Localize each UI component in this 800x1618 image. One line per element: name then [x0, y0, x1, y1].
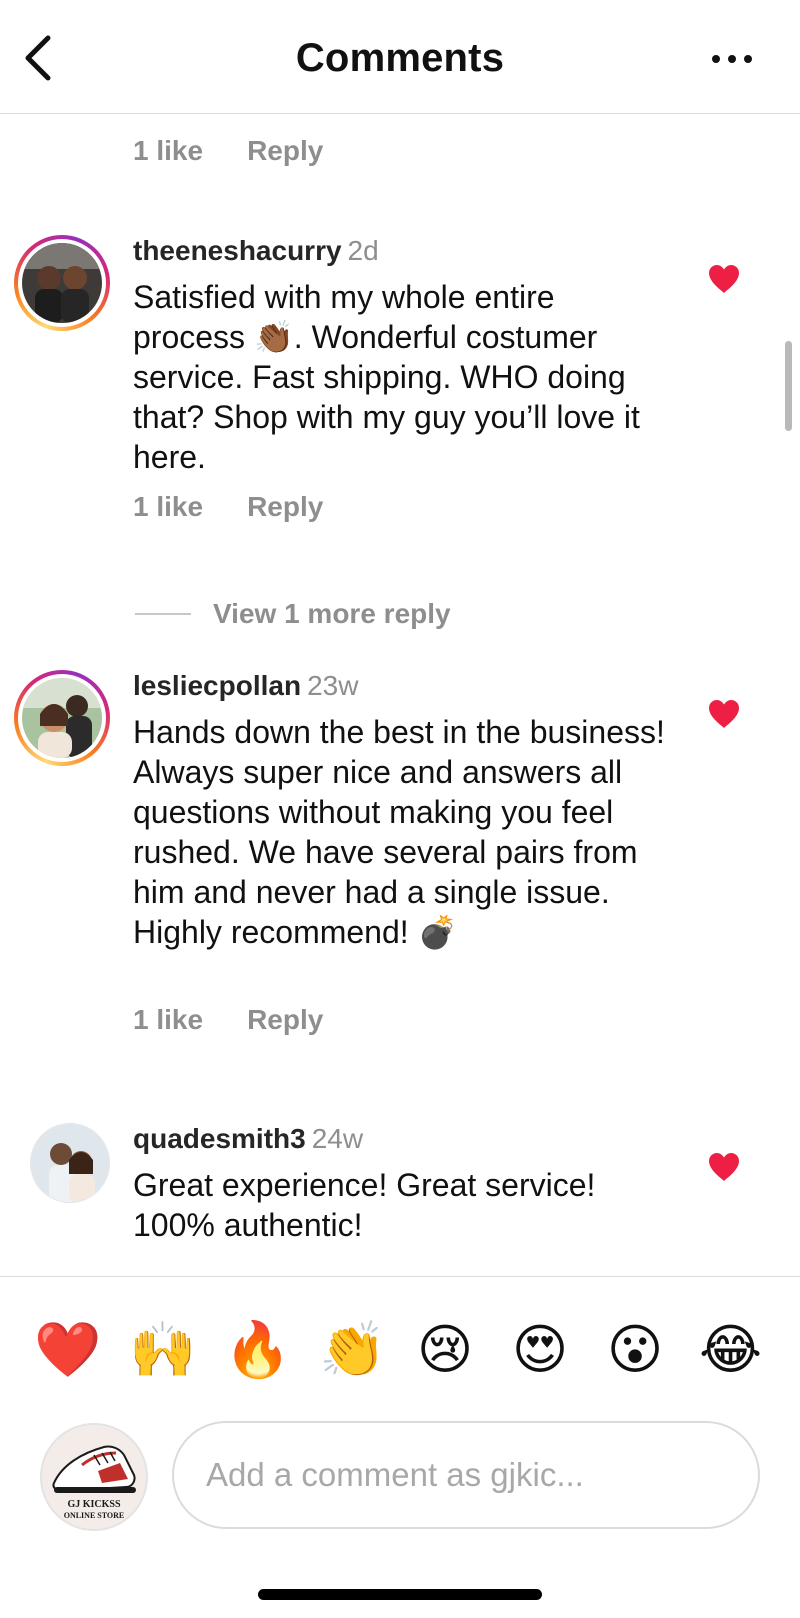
heart-icon[interactable]: [707, 1152, 741, 1182]
header-bar: Comments: [0, 0, 800, 114]
reply-button[interactable]: Reply: [247, 1004, 323, 1036]
comment-meta: 1 like Reply: [133, 1004, 323, 1036]
page-title: Comments: [295, 36, 505, 80]
comment-timestamp: 24w: [311, 1123, 364, 1154]
avatar-photo-icon: [31, 1124, 109, 1202]
heart-icon[interactable]: [707, 264, 741, 294]
comment-text: Hands down the best in the business! Alw…: [133, 714, 665, 950]
avatar-photo-icon: [22, 678, 102, 758]
avatar[interactable]: [30, 1123, 110, 1203]
reaction-surprised-icon[interactable]: 😮: [604, 1319, 666, 1381]
svg-text:ONLINE STORE: ONLINE STORE: [64, 1511, 125, 1520]
reaction-heart-icon[interactable]: ❤️: [34, 1319, 101, 1381]
like-count[interactable]: 1 like: [133, 1004, 203, 1036]
comments-list[interactable]: 1 like Reply theeneshacurry 2d Satisfied …: [0, 115, 800, 1275]
svg-text:GJ KICKSS: GJ KICKSS: [67, 1499, 121, 1510]
like-count[interactable]: 1 like: [133, 491, 203, 523]
view-more-replies-button[interactable]: View 1 more reply: [135, 598, 451, 630]
avatar-photo-icon: [22, 243, 102, 323]
divider: [135, 613, 191, 615]
reply-button[interactable]: Reply: [247, 491, 323, 523]
reaction-laughing-icon[interactable]: 😂: [699, 1319, 762, 1381]
store-logo-icon: GJ KICKSS ONLINE STORE: [42, 1425, 146, 1529]
comment-username[interactable]: lesliecpollan: [133, 670, 301, 701]
comment-input[interactable]: [172, 1421, 760, 1529]
reaction-heart-eyes-icon[interactable]: 😍: [509, 1319, 571, 1381]
avatar[interactable]: [14, 670, 110, 766]
current-user-avatar[interactable]: GJ KICKSS ONLINE STORE: [40, 1423, 148, 1531]
like-count[interactable]: 1 like: [133, 135, 203, 167]
comment-timestamp: 2d: [347, 235, 379, 266]
comment-username[interactable]: quadesmith3: [133, 1123, 306, 1154]
comment-text: Great experience! Great service! 100% au…: [133, 1167, 596, 1243]
reaction-crying-icon[interactable]: 😢: [414, 1319, 476, 1381]
reaction-clapping-icon[interactable]: 👏: [319, 1319, 386, 1381]
comment-meta: 1 like Reply: [133, 491, 323, 523]
reaction-raised-hands-icon[interactable]: 🙌: [129, 1319, 196, 1381]
reply-button[interactable]: Reply: [247, 135, 323, 167]
view-more-label: View 1 more reply: [213, 598, 451, 629]
avatar[interactable]: [14, 235, 110, 331]
more-options-button[interactable]: [710, 46, 754, 72]
reaction-fire-icon[interactable]: 🔥: [224, 1319, 291, 1381]
more-horizontal-icon: [712, 55, 752, 63]
comment-text: Satisfied with my whole entire process 👏…: [133, 279, 640, 475]
comment-username[interactable]: theeneshacurry: [133, 235, 342, 266]
quick-reactions-bar: ❤️ 🙌 🔥 👏 😢 😍 😮 😂: [0, 1276, 800, 1406]
comment-timestamp: 23w: [307, 670, 359, 701]
previous-comment-meta: 1 like Reply: [133, 135, 323, 167]
scrollbar[interactable]: [785, 341, 792, 431]
heart-icon[interactable]: [707, 699, 741, 729]
home-indicator: [258, 1589, 542, 1600]
